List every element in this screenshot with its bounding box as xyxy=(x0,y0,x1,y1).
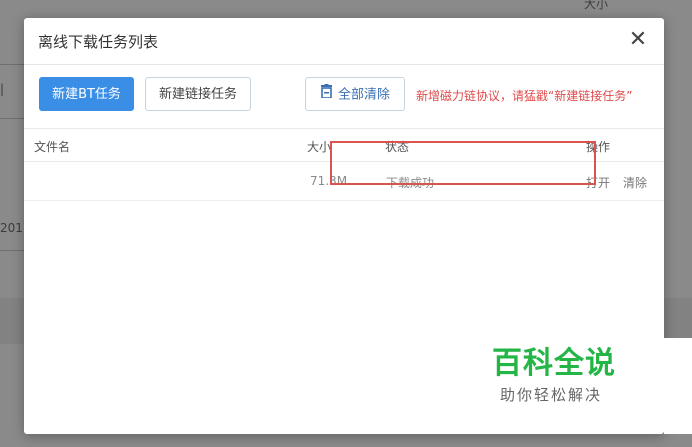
background-size-header: 大小 xyxy=(584,0,609,11)
dialog-title: 离线下载任务列表 xyxy=(38,33,159,51)
watermark: 百科全说 助你轻松解决 xyxy=(490,338,640,416)
close-icon[interactable]: ✕ xyxy=(626,28,650,52)
header-status: 状态 xyxy=(385,140,410,154)
header-actions: 操作 xyxy=(586,140,611,154)
clear-all-label: 全部清除 xyxy=(337,87,390,103)
watermark-backdrop xyxy=(664,338,692,434)
clear-all-button[interactable]: 全部清除 xyxy=(305,77,405,111)
table-row: 71.3M 下载成功 打开 清除 xyxy=(24,162,664,201)
table-header: 文件名 大小 状态 操作 xyxy=(24,128,664,162)
background-divider xyxy=(0,64,24,65)
row-size: 71.3M xyxy=(310,174,348,188)
background-bar-text: | xyxy=(0,82,5,96)
new-link-task-button[interactable]: 新建链接任务 xyxy=(145,77,251,111)
background-divider xyxy=(0,118,24,119)
hint-text: 新增磁力链协议，请猛戳“新建链接任务” xyxy=(416,89,633,103)
toolbar: 新建BT任务 新建链接任务 全部清除 新增磁力链协议，请猛戳“新建链接任务” xyxy=(24,77,664,113)
clear-link[interactable]: 清除 xyxy=(623,174,647,191)
row-status: 下载成功 xyxy=(386,176,435,190)
background-divider xyxy=(0,250,24,251)
header-size: 大小 xyxy=(307,140,332,154)
watermark-sub-text: 助你轻松解决 xyxy=(500,386,603,404)
new-bt-task-button[interactable]: 新建BT任务 xyxy=(39,77,134,111)
trash-icon xyxy=(320,78,333,112)
dialog-header: 离线下载任务列表 ✕ xyxy=(24,18,664,65)
header-filename: 文件名 xyxy=(34,140,71,154)
open-link[interactable]: 打开 xyxy=(586,174,610,191)
watermark-main-text: 百科全说 xyxy=(492,346,616,381)
task-table: 文件名 大小 状态 操作 71.3M 下载成功 打开 清除 xyxy=(24,128,664,201)
